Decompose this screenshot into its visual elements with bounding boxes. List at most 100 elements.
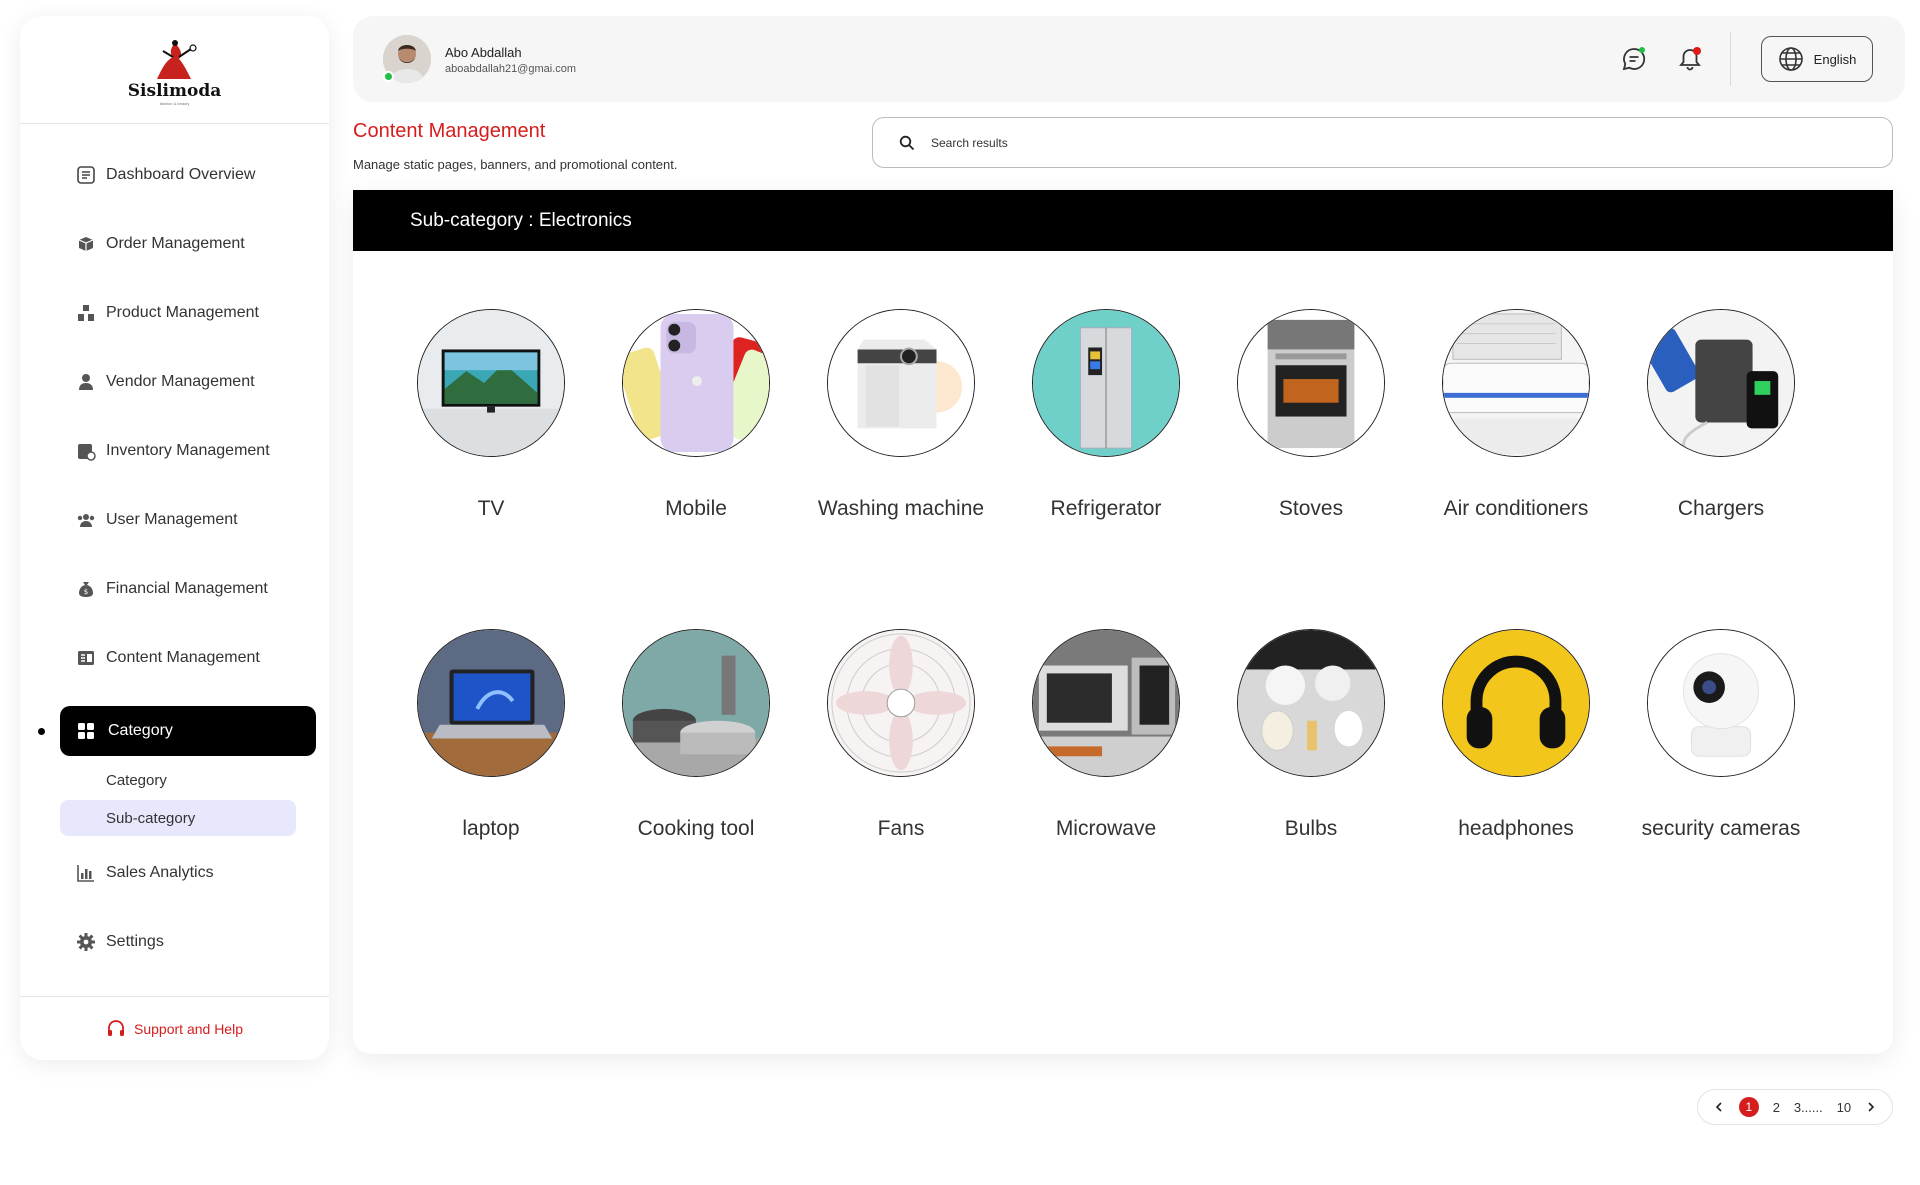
subcategory-label: Refrigerator (1050, 497, 1162, 520)
sidebar-item-vendor-management[interactable]: Vendor Management (20, 347, 329, 416)
subcategory-tile-security-cameras[interactable]: security cameras (1621, 629, 1821, 841)
subcategory-card: Sub-category : Electronics TV Mobile Was… (353, 190, 1893, 1054)
pagination-next-button[interactable] (1865, 1101, 1877, 1113)
subnav-item-label: Category (106, 771, 167, 789)
analytics-icon (76, 863, 96, 883)
pagination-page[interactable]: 3...... (1794, 1100, 1823, 1115)
search-input[interactable] (931, 135, 1831, 150)
subcategory-tile-cooking-tool[interactable]: Cooking tool (596, 629, 796, 841)
user-email: aboabdallah21@gmai.com (445, 63, 577, 75)
subcategory-tile-bulbs[interactable]: Bulbs (1211, 629, 1411, 841)
pagination-page[interactable]: 10 (1837, 1100, 1851, 1115)
sidebar-nav: Dashboard Overview Order Management Prod… (20, 124, 329, 762)
subcategory-label: Microwave (1055, 817, 1157, 840)
subnav-item-label: Sub-category (106, 809, 196, 827)
sidebar-item-dashboard-overview[interactable]: Dashboard Overview (20, 140, 329, 209)
subcategory-tile-fans[interactable]: Fans (801, 629, 1001, 841)
laptop-image (417, 629, 565, 777)
pagination-page[interactable]: 2 (1773, 1100, 1780, 1115)
subcategory-label: Mobile (665, 497, 727, 520)
svg-text:$: $ (84, 588, 88, 596)
subcategory-tile-tv[interactable]: TV (391, 309, 591, 521)
headphones-image (1442, 629, 1590, 777)
subnav-item-category[interactable]: Category (60, 762, 296, 798)
subcategory-tile-stoves[interactable]: Stoves (1211, 309, 1411, 521)
pagination-prev-button[interactable] (1713, 1101, 1725, 1113)
subcategory-label: Air conditioners (1443, 497, 1589, 520)
sidebar-active-item[interactable]: Category (60, 706, 316, 756)
fan-image (827, 629, 975, 777)
sidebar-item-label: Dashboard Overview (106, 165, 256, 183)
sidebar-item-label: Inventory Management (106, 441, 270, 459)
header-divider (1730, 32, 1731, 86)
mobile-image (622, 309, 770, 457)
subcategory-label: laptop (462, 817, 520, 840)
brand-name: Sislimoda (127, 81, 222, 101)
sidebar: Sislimoda fashion & beauty Dashboard Ove… (20, 16, 329, 1060)
chat-icon (1622, 47, 1646, 71)
active-indicator-dot (38, 728, 45, 735)
cooking-tool-image (622, 629, 770, 777)
sidebar-item-label: User Management (106, 510, 238, 528)
subcategory-tile-air-conditioners[interactable]: Air conditioners (1416, 309, 1616, 521)
sidebar-item-user-management[interactable]: User Management (20, 485, 329, 554)
product-boxes-icon (76, 303, 96, 323)
sidebar-item-label: Settings (106, 932, 164, 950)
sidebar-item-product-management[interactable]: Product Management (20, 278, 329, 347)
language-selector[interactable]: English (1761, 36, 1873, 82)
vendor-icon (76, 372, 96, 392)
stove-image (1237, 309, 1385, 457)
subcategory-tile-headphones[interactable]: headphones (1416, 629, 1616, 841)
sidebar-item-label: Category (108, 722, 173, 739)
messages-button[interactable] (1619, 44, 1649, 74)
language-label: English (1813, 51, 1857, 67)
subcategory-tile-mobile[interactable]: Mobile (596, 309, 796, 521)
subcategory-tile-washing-machine[interactable]: Washing machine (801, 309, 1001, 521)
subcategory-label: Chargers (1677, 497, 1765, 520)
chevron-left-icon (1715, 1102, 1722, 1112)
page-title: Content Management (353, 120, 546, 142)
search-icon (899, 135, 915, 151)
order-box-icon (76, 234, 96, 254)
subcategory-tile-chargers[interactable]: Chargers (1621, 309, 1821, 521)
sidebar-item-inventory-management[interactable]: Inventory Management (20, 416, 329, 485)
air-conditioner-image (1442, 309, 1590, 457)
pagination: 1 2 3...... 10 (1697, 1089, 1893, 1125)
money-bag-icon: $ (76, 579, 96, 599)
subcategory-label: Stoves (1278, 497, 1344, 520)
subcategory-label: Fans (877, 817, 925, 840)
sidebar-item-content-management[interactable]: Content Management (20, 623, 329, 692)
globe-icon (1778, 46, 1804, 72)
pagination-page-current[interactable]: 1 (1738, 1097, 1759, 1117)
bulbs-image (1237, 629, 1385, 777)
subcategory-tile-microwave[interactable]: Microwave (1006, 629, 1206, 841)
sidebar-item-label: Product Management (106, 303, 259, 321)
search-box[interactable] (872, 117, 1893, 168)
app-root: Sislimoda fashion & beauty Dashboard Ove… (0, 0, 1920, 1185)
subcategory-label: headphones (1458, 817, 1574, 840)
subcategory-label: Washing machine (817, 497, 985, 520)
sidebar-subnav: Category Sub-category (20, 762, 329, 836)
subcategory-tile-laptop[interactable]: laptop (391, 629, 591, 841)
notifications-button[interactable] (1675, 44, 1705, 74)
subnav-item-sub-category[interactable]: Sub-category (60, 800, 296, 836)
sidebar-item-sales-analytics[interactable]: Sales Analytics (20, 838, 329, 907)
top-header: Abo Abdallah aboabdallah21@gmai.com Engl… (353, 16, 1905, 102)
sidebar-item-settings[interactable]: Settings (20, 907, 329, 976)
subcategory-tile-refrigerator[interactable]: Refrigerator (1006, 309, 1206, 521)
dashboard-icon (76, 165, 96, 185)
user-name: Abo Abdallah (445, 45, 522, 60)
subcategory-label: TV (477, 497, 505, 520)
microwave-image (1032, 629, 1180, 777)
card-heading: Sub-category : Electronics (353, 190, 1893, 251)
support-help-link[interactable]: Support and Help (20, 996, 329, 1060)
sidebar-item-category[interactable]: Category (20, 692, 329, 762)
bell-icon (1679, 47, 1701, 71)
brand-logo[interactable]: Sislimoda fashion & beauty (20, 16, 329, 124)
brand-logo-icon (156, 40, 197, 79)
online-status-dot (383, 71, 394, 82)
sidebar-item-financial-management[interactable]: $ Financial Management (20, 554, 329, 623)
sidebar-item-order-management[interactable]: Order Management (20, 209, 329, 278)
charger-image (1647, 309, 1795, 457)
sidebar-item-label: Sales Analytics (106, 863, 214, 881)
